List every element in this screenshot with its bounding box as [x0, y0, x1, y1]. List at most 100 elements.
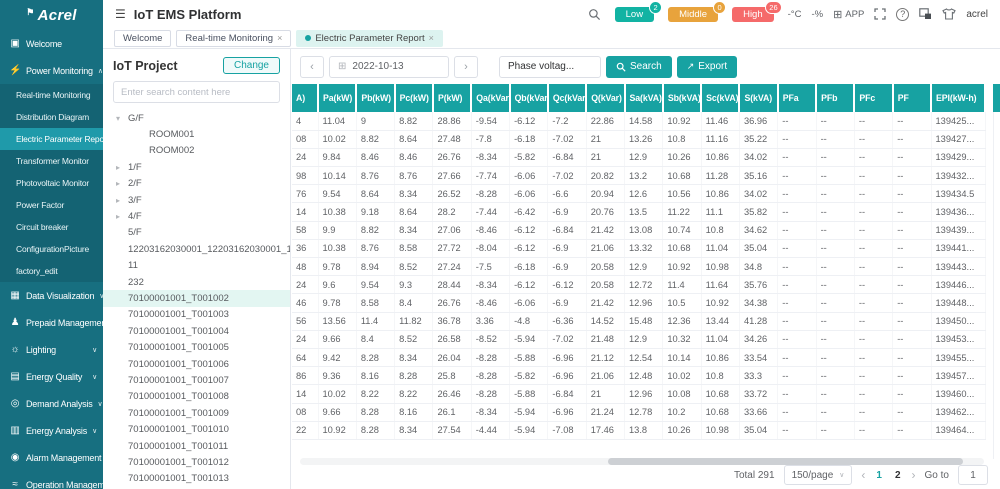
table-cell: --	[816, 330, 855, 349]
tab-welcome[interactable]: Welcome	[114, 29, 172, 47]
sidebar-item-welcome[interactable]: ▣ Welcome	[0, 30, 103, 57]
tab-close-icon[interactable]: ×	[429, 33, 434, 43]
tab-close-icon[interactable]: ×	[277, 33, 282, 43]
sidebar-item-operation-management[interactable]: ≈ Operation Management	[0, 471, 103, 489]
tree-node-70100001001-t001003[interactable]: 70100001001_T001003	[103, 307, 290, 323]
sidebar-item-real-time-monitoring[interactable]: Real-time Monitoring	[0, 84, 103, 106]
alarm-badge-middle[interactable]: Middle 0	[668, 0, 727, 22]
tree-node-room001[interactable]: ROOM001	[103, 126, 290, 142]
tree-node-70100001001-t001009[interactable]: 70100001001_T001009	[103, 405, 290, 421]
sidebar-item-energy-quality[interactable]: ▤ Energy Quality ∨	[0, 363, 103, 390]
table-cell: --	[816, 184, 855, 204]
badge-label: High	[743, 8, 763, 20]
sidebar-item-lighting[interactable]: ☼ Lighting ∨	[0, 336, 103, 363]
page-size-select[interactable]: 150/page ∨	[783, 465, 853, 485]
sidebar-item-configurationpicture[interactable]: ConfigurationPicture	[0, 238, 103, 260]
help-icon[interactable]: ?	[896, 7, 910, 21]
sidebar-item-transformer-monitor[interactable]: Transformer Monitor	[0, 150, 103, 172]
sidebar-item-prepaid-management[interactable]: ♟Prepaid Management∨	[0, 309, 103, 336]
caret-right-icon: ▸	[116, 195, 121, 205]
prev-page-button[interactable]: ‹	[861, 468, 865, 482]
sidebar-item-power-monitoring[interactable]: ⚡ Power Monitoring ∧	[0, 57, 103, 84]
badge-label: Low	[625, 8, 644, 20]
tree-node-70100001001-t001007[interactable]: 70100001001_T001007	[103, 372, 290, 388]
table-cell: 56	[292, 312, 319, 331]
column-header-pc-kw: Pc(kW)	[394, 84, 434, 112]
table-cell: --	[816, 348, 855, 368]
tree-node-232[interactable]: 232	[103, 274, 290, 290]
table-cell: 24	[292, 275, 319, 295]
sidebar-item-demand-analysis[interactable]: ◎ Demand Analysis ∨	[0, 390, 103, 417]
goto-page-input[interactable]	[958, 465, 988, 485]
sidebar-item-circuit-breaker[interactable]: Circuit breaker	[0, 216, 103, 238]
column-header-sb-kva: Sb(kVA)	[662, 84, 703, 112]
tree-node-70100001001-t001013[interactable]: 70100001001_T001013	[103, 471, 290, 487]
table-cell: 9.66	[318, 403, 357, 422]
table-cell: 8.28	[356, 421, 396, 440]
tree-search-input[interactable]	[113, 81, 280, 103]
change-project-button[interactable]: Change	[222, 57, 280, 74]
tree-node-70100001001-t001006[interactable]: 70100001001_T001006	[103, 356, 290, 372]
tree-node-70100001001-t001002[interactable]: 70100001001_T001002	[103, 290, 290, 307]
alarm-badge-high[interactable]: High 26	[732, 0, 782, 22]
sidebar-item-photovoltaic-monitor[interactable]: Photovoltaic Monitor	[0, 172, 103, 194]
table-cell: 36.96	[739, 112, 779, 131]
tree-node-5-f[interactable]: 5/F	[103, 225, 290, 241]
tree-node-70100001001-t001005[interactable]: 70100001001_T001005	[103, 339, 290, 355]
fullscreen-icon[interactable]	[874, 8, 886, 20]
tree-node-g-f[interactable]: ▾ G/F	[103, 110, 290, 126]
sidebar-item-label: Energy Analysis	[26, 425, 88, 436]
tree-node-3-f[interactable]: ▸ 3/F	[103, 192, 290, 208]
sidebar-item-distribution-diagram[interactable]: Distribution Diagram	[0, 106, 103, 128]
sidebar-item-factory-edit[interactable]: factory_edit	[0, 260, 103, 282]
tree-node-room002[interactable]: ROOM002	[103, 143, 290, 159]
tree-node-1-f[interactable]: ▸ 1/F	[103, 159, 290, 175]
tree-node-11[interactable]: 11	[103, 258, 290, 274]
tree-node-70100001001-t001008[interactable]: 70100001001_T001008	[103, 389, 290, 405]
tab-electric-parameter-report[interactable]: Electric Parameter Report ×	[296, 29, 443, 47]
table-cell: 20.58	[586, 257, 626, 277]
column-header-pf: PF	[892, 84, 933, 112]
sidebar-item-electric-parameter-report[interactable]: Electric Parameter Report	[0, 128, 103, 150]
app-button[interactable]: ⊞ APP	[833, 8, 864, 21]
export-button[interactable]: ↗ Export	[676, 55, 738, 78]
alarm-badge-low[interactable]: Low 2	[614, 0, 663, 22]
sidebar-item-data-visualization[interactable]: ▦ Data Visualization ∨	[0, 282, 103, 309]
date-picker[interactable]: ⊞ 2022-10-13	[329, 55, 449, 78]
table-cell: -5.82	[509, 148, 549, 168]
next-date-button[interactable]: ›	[454, 55, 478, 78]
table-cell: 11.16	[701, 130, 740, 149]
tree-node-2-f[interactable]: ▸ 2/F	[103, 176, 290, 192]
sidebar-item-alarm-management[interactable]: ◉Alarm Management∨	[0, 444, 103, 471]
table-cell: 26.46	[432, 384, 472, 404]
parameter-select[interactable]: Phase voltag...	[499, 55, 601, 78]
table-cell: 139455...	[931, 348, 986, 368]
sidebar-item-power-factor[interactable]: Power Factor	[0, 194, 103, 216]
username[interactable]: acrel	[966, 9, 988, 20]
prev-date-button[interactable]: ‹	[300, 55, 324, 78]
page-title: IoT EMS Platform	[133, 6, 242, 22]
tree-node-70100001001-t001012[interactable]: 70100001001_T001012	[103, 454, 290, 470]
page-button-2[interactable]: 2	[893, 470, 903, 481]
search-icon[interactable]	[588, 8, 601, 21]
tree-node-4-f[interactable]: ▸ 4/F	[103, 208, 290, 224]
screenshot-icon[interactable]	[919, 8, 932, 20]
tree-node-70100001001-t001004[interactable]: 70100001001_T001004	[103, 323, 290, 339]
table-cell: 10.8	[701, 366, 740, 386]
table-cell: 139448...	[931, 293, 986, 313]
next-page-button[interactable]: ›	[912, 468, 916, 482]
theme-shirt-icon[interactable]	[942, 8, 957, 20]
tree-node-12203162030001-12203162030001-1[interactable]: 12203162030001_12203162030001_1	[103, 241, 290, 257]
tab-real-time-monitoring[interactable]: Real-time Monitoring ×	[176, 29, 292, 47]
tree-node-70100001001-t001011[interactable]: 70100001001_T001011	[103, 438, 290, 454]
page-button-1[interactable]: 1	[874, 470, 884, 481]
search-button[interactable]: Search	[606, 55, 672, 78]
total-count: Total 291	[733, 469, 775, 481]
table-cell: 10.8	[662, 130, 702, 149]
menu-toggle-icon[interactable]: ☰	[115, 7, 126, 21]
table-cell: 10.92	[662, 112, 702, 131]
acrel-logo[interactable]: ⚑ Acrel	[0, 0, 103, 30]
tree-node-70100001001-t001010[interactable]: 70100001001_T001010	[103, 421, 290, 437]
tree-node-label: 70100001001_T001007	[128, 374, 229, 386]
sidebar-item-energy-analysis[interactable]: ▥ Energy Analysis ∨	[0, 417, 103, 444]
